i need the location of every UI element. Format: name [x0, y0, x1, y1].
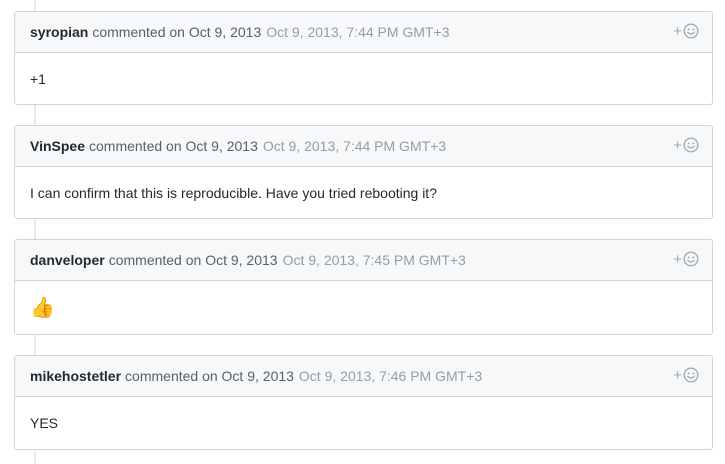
comment-body: YES: [15, 397, 712, 449]
add-reaction-button[interactable]: +: [673, 367, 699, 383]
comment-timestamp[interactable]: Oct 9, 2013, 7:45 PM GMT+3: [283, 252, 466, 268]
comment: syropian commented on Oct 9, 2013 Oct 9,…: [14, 11, 713, 105]
comment-header: danveloper commented on Oct 9, 2013 Oct …: [15, 240, 712, 281]
comment-header: VinSpee commented on Oct 9, 2013 Oct 9, …: [15, 126, 712, 167]
comment-text: +1: [30, 70, 46, 87]
smiley-icon: [683, 23, 699, 39]
add-reaction-button[interactable]: +: [673, 137, 699, 153]
comment: danveloper commented on Oct 9, 2013 Oct …: [14, 239, 713, 335]
comment-body: I can confirm that this is reproducible.…: [15, 167, 712, 218]
comment-author[interactable]: danveloper: [30, 252, 105, 268]
add-reaction-button[interactable]: +: [673, 251, 699, 267]
comment-timestamp[interactable]: Oct 9, 2013, 7:44 PM GMT+3: [266, 24, 449, 40]
comment: mikehostetler commented on Oct 9, 2013 O…: [14, 355, 713, 450]
comment-header: mikehostetler commented on Oct 9, 2013 O…: [15, 356, 712, 397]
comment-body: 👍: [15, 281, 712, 334]
comment-header: syropian commented on Oct 9, 2013 Oct 9,…: [15, 12, 712, 53]
comment-timestamp[interactable]: Oct 9, 2013, 7:44 PM GMT+3: [263, 138, 446, 154]
plus-icon: +: [673, 22, 682, 40]
comment: VinSpee commented on Oct 9, 2013 Oct 9, …: [14, 125, 713, 219]
thumbs-up-emoji: 👍: [30, 296, 55, 319]
comment-action: commented on Oct 9, 2013: [108, 252, 278, 268]
comment-author[interactable]: syropian: [30, 24, 88, 40]
plus-icon: +: [673, 136, 682, 154]
smiley-icon: [683, 137, 699, 153]
smiley-icon: [683, 367, 699, 383]
comment-text: YES: [30, 415, 59, 431]
comment-action: commented on Oct 9, 2013: [92, 24, 262, 40]
smiley-icon: [683, 251, 699, 267]
comment-action: commented on Oct 9, 2013: [125, 368, 294, 384]
comment-timestamp[interactable]: Oct 9, 2013, 7:46 PM GMT+3: [299, 368, 482, 384]
comment-body: +1: [15, 53, 712, 104]
add-reaction-button[interactable]: +: [673, 23, 699, 39]
comment-action: commented on Oct 9, 2013: [89, 138, 258, 154]
plus-icon: +: [673, 366, 682, 384]
plus-icon: +: [673, 250, 682, 268]
comment-author[interactable]: mikehostetler: [30, 368, 121, 384]
comment-author[interactable]: VinSpee: [30, 138, 85, 154]
comment-text: I can confirm that this is reproducible.…: [30, 184, 437, 201]
